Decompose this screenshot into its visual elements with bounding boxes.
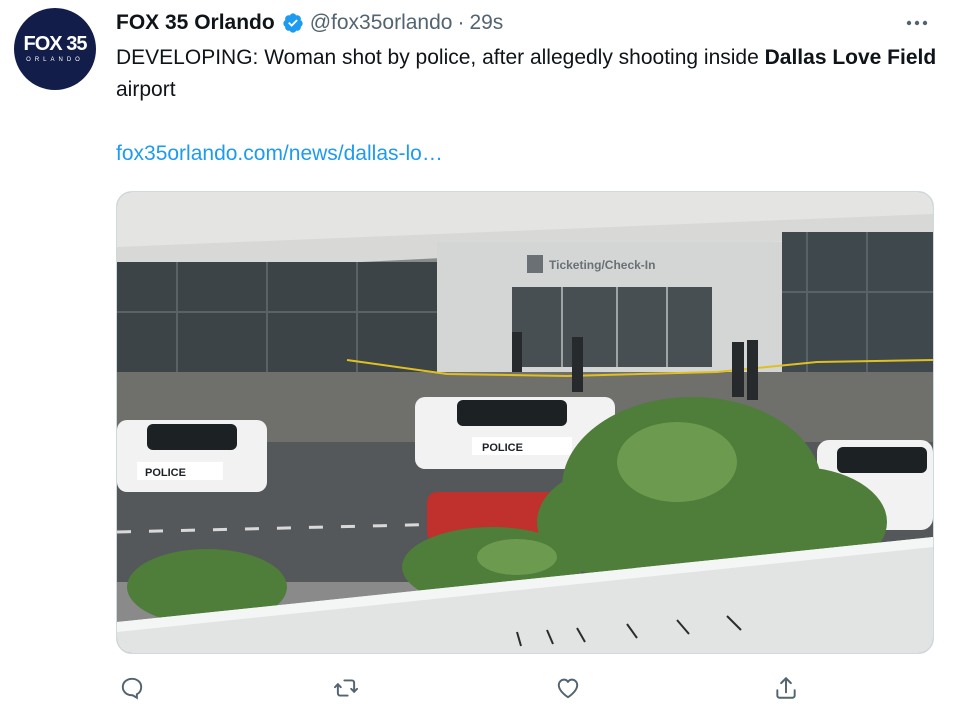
- tweet-text-part: airport: [116, 78, 176, 101]
- tweet-header: FOX 35 Orlando @fox35orlando · 29s: [116, 8, 503, 38]
- tweet-text-bold: Dallas Love Field: [764, 46, 937, 69]
- reply-icon[interactable]: [116, 672, 148, 704]
- avatar-logo-text: FOX 35: [23, 33, 88, 55]
- police-car-label: POLICE: [482, 442, 523, 454]
- tweet[interactable]: FOX 35 ORLANDO FOX 35 Orlando @fox35orla…: [0, 0, 960, 719]
- aerial-photo: Ticketing/Check-In POLICE POLICE: [117, 192, 933, 653]
- share-icon[interactable]: [770, 672, 802, 704]
- retweet-icon[interactable]: [330, 672, 362, 704]
- verified-badge-icon: [282, 12, 304, 34]
- building-sign: Ticketing/Check-In: [549, 258, 655, 272]
- avatar-logo-subtext: ORLANDO: [26, 57, 84, 63]
- tweet-link[interactable]: fox35orlando.com/news/dallas-lo…: [116, 142, 443, 166]
- display-name[interactable]: FOX 35 Orlando: [116, 11, 275, 35]
- handle[interactable]: @fox35orlando: [310, 11, 453, 35]
- timestamp[interactable]: 29s: [469, 11, 503, 35]
- tweet-actions: [116, 672, 836, 704]
- tweet-text-part: DEVELOPING: Woman shot by police, after …: [116, 46, 765, 69]
- like-icon[interactable]: [552, 672, 584, 704]
- tweet-media-image[interactable]: Ticketing/Check-In POLICE POLICE: [116, 191, 934, 654]
- more-options-icon[interactable]: [904, 12, 930, 34]
- tweet-text: DEVELOPING: Woman shot by police, after …: [116, 42, 946, 106]
- police-car-label: POLICE: [145, 467, 186, 479]
- avatar[interactable]: FOX 35 ORLANDO: [14, 8, 96, 90]
- separator-dot: ·: [457, 11, 465, 34]
